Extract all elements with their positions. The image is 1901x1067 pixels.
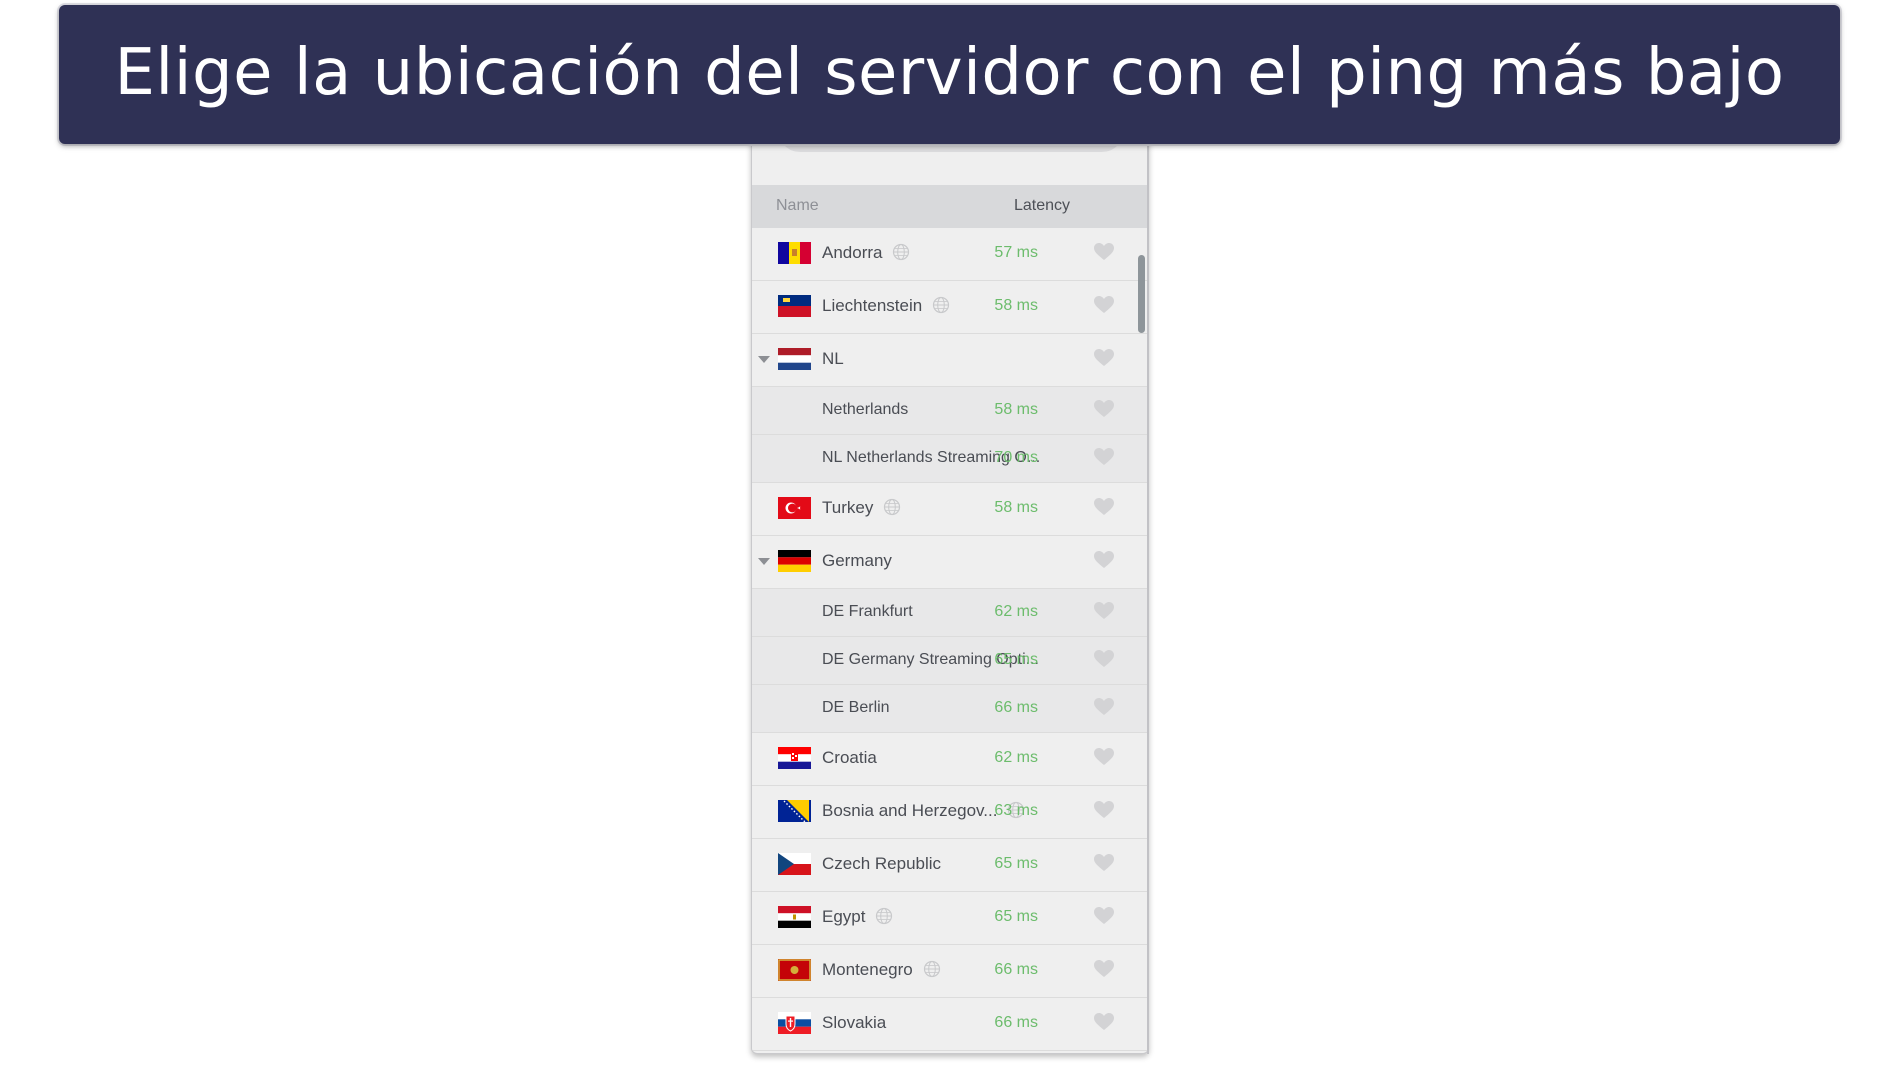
server-name: Croatia bbox=[822, 748, 877, 767]
server-row[interactable]: Egypt 65 ms bbox=[752, 892, 1148, 945]
flag-slovakia-icon bbox=[778, 1012, 811, 1034]
flag-montenegro-icon bbox=[778, 959, 811, 981]
server-name: DE Berlin bbox=[822, 699, 890, 716]
server-row[interactable]: Croatia 62 ms bbox=[752, 733, 1148, 786]
server-group-row[interactable]: Germany bbox=[752, 536, 1148, 589]
latency-text: 65 ms bbox=[994, 908, 1038, 925]
flag-andorra-icon bbox=[778, 242, 811, 264]
server-list-panel: Name Latency Andorra 57 ms Liechtenstein 58… bbox=[751, 120, 1149, 1054]
server-subrow[interactable]: NL Netherlands Streaming O... 70 ms bbox=[752, 435, 1148, 483]
server-name: Bosnia and Herzegov... bbox=[822, 801, 998, 820]
favorite-heart-icon[interactable] bbox=[1094, 907, 1114, 925]
column-header: Name Latency bbox=[752, 185, 1148, 228]
favorite-heart-icon[interactable] bbox=[1094, 498, 1114, 516]
latency-text: 66 ms bbox=[994, 699, 1038, 716]
flag-bosnia-icon bbox=[778, 800, 811, 822]
column-latency-header[interactable]: Latency bbox=[1014, 197, 1070, 215]
server-subrow[interactable]: DE Frankfurt 62 ms bbox=[752, 589, 1148, 637]
flag-germany-icon bbox=[778, 550, 811, 572]
server-name: Montenegro bbox=[822, 960, 913, 979]
server-row[interactable]: Bosnia and Herzegov... 63 ms bbox=[752, 786, 1148, 839]
server-name: Germany bbox=[822, 551, 892, 570]
globe-icon bbox=[883, 498, 901, 516]
favorite-heart-icon[interactable] bbox=[1094, 400, 1114, 418]
server-row[interactable]: Turkey 58 ms bbox=[752, 483, 1148, 536]
server-subrow[interactable]: Netherlands 58 ms bbox=[752, 387, 1148, 435]
favorite-heart-icon[interactable] bbox=[1094, 748, 1114, 766]
server-name: Andorra bbox=[822, 243, 883, 262]
server-name: Czech Republic bbox=[822, 854, 942, 873]
caption-title: Elige la ubicación del servidor con el p… bbox=[114, 35, 1785, 110]
favorite-heart-icon[interactable] bbox=[1094, 551, 1114, 569]
server-name: DE Frankfurt bbox=[822, 603, 913, 620]
server-group-row[interactable]: NL bbox=[752, 334, 1148, 387]
favorite-heart-icon[interactable] bbox=[1094, 602, 1114, 620]
flag-liechtenstein-icon bbox=[778, 295, 811, 317]
latency-text: 58 ms bbox=[994, 499, 1038, 516]
flag-czech-icon bbox=[778, 853, 811, 875]
server-row[interactable]: Montenegro 66 ms bbox=[752, 945, 1148, 998]
server-name: NL bbox=[822, 349, 844, 368]
favorite-heart-icon[interactable] bbox=[1094, 448, 1114, 466]
server-name: Turkey bbox=[822, 498, 874, 517]
globe-icon bbox=[923, 960, 941, 978]
server-list: Andorra 57 ms Liechtenstein 58 ms NL Netherla… bbox=[752, 228, 1148, 1051]
latency-text: 63 ms bbox=[994, 802, 1038, 819]
caption-banner: Elige la ubicación del servidor con el p… bbox=[59, 5, 1840, 144]
server-name: Netherlands bbox=[822, 401, 909, 418]
favorite-heart-icon[interactable] bbox=[1094, 349, 1114, 367]
latency-text: 70 ms bbox=[994, 449, 1038, 466]
flag-turkey-icon bbox=[778, 497, 811, 519]
favorite-heart-icon[interactable] bbox=[1094, 296, 1114, 314]
scrollbar-thumb[interactable] bbox=[1138, 255, 1145, 333]
favorite-heart-icon[interactable] bbox=[1094, 1013, 1114, 1031]
latency-text: 58 ms bbox=[994, 297, 1038, 314]
latency-text: 66 ms bbox=[994, 961, 1038, 978]
chevron-down-icon[interactable] bbox=[758, 558, 770, 565]
chevron-down-icon[interactable] bbox=[758, 356, 770, 363]
favorite-heart-icon[interactable] bbox=[1094, 243, 1114, 261]
flag-egypt-icon bbox=[778, 906, 811, 928]
server-name: Liechtenstein bbox=[822, 296, 923, 315]
server-subrow[interactable]: DE Berlin 66 ms bbox=[752, 685, 1148, 733]
server-subrow[interactable]: DE Germany Streaming Opti... 65 ms bbox=[752, 637, 1148, 685]
flag-netherlands-icon bbox=[778, 348, 811, 370]
latency-text: 65 ms bbox=[994, 855, 1038, 872]
server-row[interactable]: Czech Republic 65 ms bbox=[752, 839, 1148, 892]
server-name: Slovakia bbox=[822, 1013, 887, 1032]
latency-text: 62 ms bbox=[994, 603, 1038, 620]
globe-icon bbox=[932, 296, 950, 314]
latency-text: 65 ms bbox=[994, 651, 1038, 668]
favorite-heart-icon[interactable] bbox=[1094, 650, 1114, 668]
flag-croatia-icon bbox=[778, 747, 811, 769]
server-row[interactable]: Andorra 57 ms bbox=[752, 228, 1148, 281]
server-row[interactable]: Liechtenstein 58 ms bbox=[752, 281, 1148, 334]
favorite-heart-icon[interactable] bbox=[1094, 801, 1114, 819]
server-name: Egypt bbox=[822, 907, 866, 926]
column-name-header[interactable]: Name bbox=[776, 197, 819, 215]
globe-icon bbox=[892, 243, 910, 261]
panel-edge-divider bbox=[1147, 140, 1149, 1054]
latency-text: 58 ms bbox=[994, 401, 1038, 418]
latency-text: 66 ms bbox=[994, 1014, 1038, 1031]
latency-text: 62 ms bbox=[994, 749, 1038, 766]
favorite-heart-icon[interactable] bbox=[1094, 854, 1114, 872]
latency-text: 57 ms bbox=[994, 244, 1038, 261]
server-row[interactable]: Slovakia 66 ms bbox=[752, 998, 1148, 1051]
globe-icon bbox=[875, 907, 893, 925]
favorite-heart-icon[interactable] bbox=[1094, 960, 1114, 978]
favorite-heart-icon[interactable] bbox=[1094, 698, 1114, 716]
